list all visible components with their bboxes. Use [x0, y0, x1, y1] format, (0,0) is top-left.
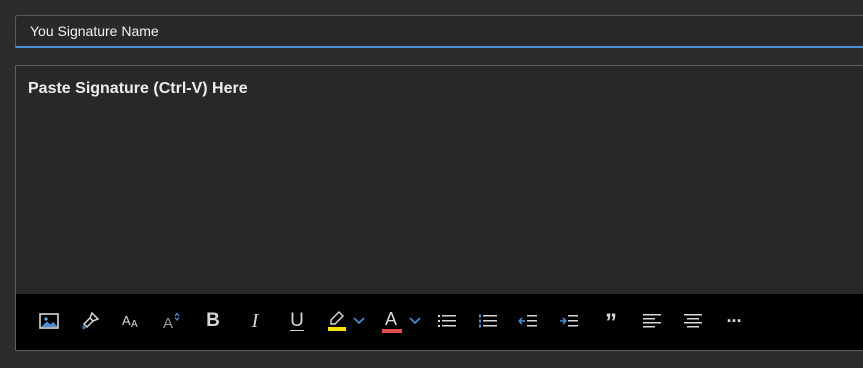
- font-color-button[interactable]: A: [381, 307, 403, 335]
- svg-text:A: A: [131, 319, 138, 330]
- font-color-dropdown-button[interactable]: [407, 307, 423, 335]
- chevron-down-icon: [408, 312, 422, 330]
- align-center-icon: [683, 313, 703, 329]
- italic-icon: I: [251, 309, 259, 332]
- bold-button[interactable]: B: [202, 307, 224, 335]
- more-icon: ···: [726, 310, 743, 331]
- paintbrush-icon: [80, 311, 100, 331]
- italic-button[interactable]: I: [244, 307, 266, 335]
- decrease-indent-icon: [518, 313, 538, 329]
- font-size-icon: A A: [121, 312, 141, 330]
- bold-icon: B: [206, 310, 220, 331]
- quote-button[interactable]: ”: [600, 307, 622, 335]
- highlighter-icon: [327, 310, 347, 332]
- underline-icon: U: [290, 310, 304, 331]
- font-color-icon: A: [382, 309, 402, 333]
- editor-placeholder: Paste Signature (Ctrl-V) Here: [28, 80, 248, 97]
- formatting-toolbar: A A A B I U A ” ···: [16, 294, 863, 350]
- signature-name-input[interactable]: [15, 15, 863, 48]
- font-color-swatch: [382, 329, 402, 333]
- format-painter-button[interactable]: [79, 307, 101, 335]
- decrease-indent-button[interactable]: [517, 307, 539, 335]
- increase-indent-icon: [559, 313, 579, 329]
- quote-icon: ”: [605, 309, 617, 336]
- numbering-button[interactable]: [477, 307, 499, 335]
- more-options-button[interactable]: ···: [722, 307, 746, 335]
- insert-picture-button[interactable]: [38, 307, 60, 335]
- increase-indent-button[interactable]: [558, 307, 580, 335]
- align-left-icon: [642, 313, 662, 329]
- align-left-button[interactable]: [641, 307, 663, 335]
- bullets-button[interactable]: [436, 307, 458, 335]
- highlight-dropdown-button[interactable]: [351, 307, 367, 335]
- signature-body[interactable]: Paste Signature (Ctrl-V) Here: [16, 66, 863, 294]
- bulleted-list-icon: [437, 313, 457, 329]
- font-size-button[interactable]: A A: [120, 307, 142, 335]
- underline-button[interactable]: U: [286, 307, 308, 335]
- font-color-letter: A: [385, 309, 398, 329]
- highlight-button[interactable]: [326, 307, 348, 335]
- align-center-button[interactable]: [682, 307, 704, 335]
- svg-text:A: A: [122, 313, 131, 328]
- svg-text:A: A: [163, 315, 173, 331]
- numbered-list-icon: [478, 313, 498, 329]
- signature-editor: Paste Signature (Ctrl-V) Here A A A B I …: [15, 65, 863, 351]
- image-icon: [39, 313, 59, 329]
- change-case-button[interactable]: A: [161, 307, 183, 335]
- chevron-down-icon: [352, 312, 366, 330]
- change-case-icon: A: [162, 311, 182, 331]
